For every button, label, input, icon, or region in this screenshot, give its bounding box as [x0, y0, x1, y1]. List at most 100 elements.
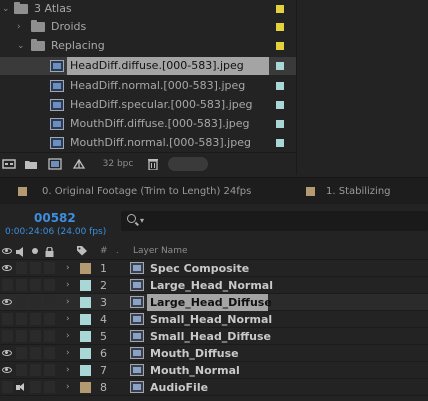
layer-name[interactable]: Mouth_Diffuse: [147, 345, 242, 362]
layer-number-column[interactable]: #: [100, 242, 108, 260]
project-settings-icon[interactable]: [72, 158, 86, 170]
lock-toggle[interactable]: [44, 347, 55, 359]
lock-toggle[interactable]: [44, 313, 55, 325]
solo-toggle[interactable]: [30, 313, 41, 325]
layer-row[interactable]: › 1 Spec Composite: [0, 260, 428, 277]
lock-toggle[interactable]: [44, 364, 55, 376]
label-color-swatch[interactable]: [80, 314, 91, 325]
layer-name[interactable]: Large_Head_Diffuse: [147, 294, 272, 311]
label-color-swatch[interactable]: [80, 382, 91, 393]
layer-name[interactable]: Small_Head_Diffuse: [147, 328, 274, 345]
layer-search-input[interactable]: ▾: [121, 211, 428, 231]
label-color-swatch[interactable]: [80, 280, 91, 291]
solo-icon[interactable]: [32, 248, 38, 254]
new-folder-icon[interactable]: [24, 158, 38, 170]
audio-toggle[interactable]: [16, 296, 27, 308]
label-tag-icon[interactable]: [76, 245, 88, 256]
trash-icon[interactable]: [146, 158, 160, 171]
layer-name-column[interactable]: Layer Name: [133, 242, 188, 260]
audio-toggle[interactable]: [16, 313, 27, 325]
audio-toggle[interactable]: [16, 330, 27, 342]
layer-name[interactable]: Spec Composite: [147, 260, 252, 277]
eye-icon[interactable]: [2, 350, 12, 356]
label-color-swatch[interactable]: [276, 101, 284, 109]
chevron-down-icon[interactable]: ▾: [140, 216, 144, 225]
project-item-footage[interactable]: HeadDiff.diffuse.[000-583].jpeg: [0, 57, 296, 75]
project-item-footage[interactable]: MouthDiff.normal.[000-583].jpeg: [0, 134, 296, 152]
audio-toggle[interactable]: [16, 347, 27, 359]
solo-toggle[interactable]: [30, 364, 41, 376]
layer-row[interactable]: › 8 AudioFile: [0, 379, 428, 396]
interpret-footage-icon[interactable]: [2, 158, 16, 170]
label-color-swatch[interactable]: [80, 263, 91, 274]
solo-toggle[interactable]: [30, 262, 41, 274]
tab-original-footage[interactable]: 0. Original Footage (Trim to Length) 24f…: [0, 178, 300, 205]
solo-toggle[interactable]: [30, 381, 41, 393]
layer-row[interactable]: › 6 Mouth_Diffuse: [0, 345, 428, 362]
audio-toggle[interactable]: [16, 364, 27, 376]
label-color-swatch[interactable]: [276, 82, 284, 90]
layer-name[interactable]: AudioFile: [147, 379, 211, 396]
eye-icon[interactable]: [2, 367, 12, 373]
speaker-icon[interactable]: [16, 246, 28, 257]
layer-row[interactable]: › 2 Large_Head_Normal: [0, 277, 428, 294]
solo-toggle[interactable]: [30, 347, 41, 359]
project-item-footage[interactable]: MouthDiff.diffuse.[000-583].jpeg: [0, 115, 296, 133]
visibility-toggle[interactable]: [2, 330, 13, 342]
visibility-toggle[interactable]: [2, 279, 13, 291]
label-color-swatch[interactable]: [276, 5, 284, 13]
label-color-swatch[interactable]: [276, 139, 284, 147]
label-color-swatch[interactable]: [276, 120, 284, 128]
lock-toggle[interactable]: [44, 279, 55, 291]
bit-depth-label[interactable]: 32 bpc: [98, 157, 138, 171]
label-color-swatch[interactable]: [80, 331, 91, 342]
chevron-down-icon[interactable]: ⌄: [17, 37, 25, 55]
project-item-footage[interactable]: HeadDiff.specular.[000-583].jpeg: [0, 96, 296, 114]
chevron-right-icon[interactable]: ›: [66, 328, 70, 345]
layer-row[interactable]: › 3 Large_Head_Diffuse: [0, 294, 428, 311]
label-color-swatch[interactable]: [80, 348, 91, 359]
chevron-right-icon[interactable]: ›: [66, 294, 70, 311]
audio-toggle[interactable]: [16, 279, 27, 291]
speaker-icon[interactable]: [16, 383, 28, 392]
thumbnail-size-slider[interactable]: [168, 157, 208, 171]
label-color-swatch[interactable]: [276, 23, 284, 31]
layer-row[interactable]: › 7 Mouth_Normal: [0, 362, 428, 379]
layer-name[interactable]: Small_Head_Normal: [147, 311, 275, 328]
audio-toggle[interactable]: [16, 262, 27, 274]
layer-row[interactable]: › 4 Small_Head_Normal: [0, 311, 428, 328]
lock-toggle[interactable]: [44, 330, 55, 342]
layer-name[interactable]: Mouth_Normal: [147, 362, 243, 379]
label-color-swatch[interactable]: [80, 365, 91, 376]
chevron-down-icon[interactable]: ⌄: [2, 0, 10, 18]
eye-icon[interactable]: [2, 265, 12, 271]
visibility-toggle[interactable]: [2, 313, 13, 325]
chevron-right-icon[interactable]: ›: [66, 311, 70, 328]
current-time-display[interactable]: 00582: [34, 211, 76, 225]
project-item-folder[interactable]: › Droids: [0, 18, 296, 36]
solo-toggle[interactable]: [30, 296, 41, 308]
new-composition-icon[interactable]: [48, 158, 62, 170]
layer-row[interactable]: › 5 Small_Head_Diffuse: [0, 328, 428, 345]
lock-icon[interactable]: [45, 246, 54, 257]
chevron-right-icon[interactable]: ›: [66, 345, 70, 362]
solo-toggle[interactable]: [30, 279, 41, 291]
project-item-folder[interactable]: ⌄ Replacing: [0, 37, 296, 55]
visibility-toggle[interactable]: [2, 381, 13, 393]
chevron-right-icon[interactable]: ›: [66, 362, 70, 379]
label-color-swatch[interactable]: [276, 42, 284, 50]
layer-name[interactable]: Large_Head_Normal: [147, 277, 276, 294]
tab-stabilizing[interactable]: 1. Stabilizing: [300, 178, 428, 205]
eye-icon[interactable]: [2, 299, 12, 305]
eye-icon[interactable]: [2, 248, 12, 254]
label-color-swatch[interactable]: [276, 62, 284, 70]
project-item-folder[interactable]: ⌄ 3 Atlas: [0, 0, 296, 18]
project-item-footage[interactable]: HeadDiff.normal.[000-583].jpeg: [0, 77, 296, 95]
chevron-right-icon[interactable]: ›: [17, 18, 21, 36]
label-color-swatch[interactable]: [80, 297, 91, 308]
solo-toggle[interactable]: [30, 330, 41, 342]
chevron-right-icon[interactable]: ›: [66, 277, 70, 294]
lock-toggle[interactable]: [44, 381, 55, 393]
lock-toggle[interactable]: [44, 262, 55, 274]
lock-toggle[interactable]: [44, 296, 55, 308]
